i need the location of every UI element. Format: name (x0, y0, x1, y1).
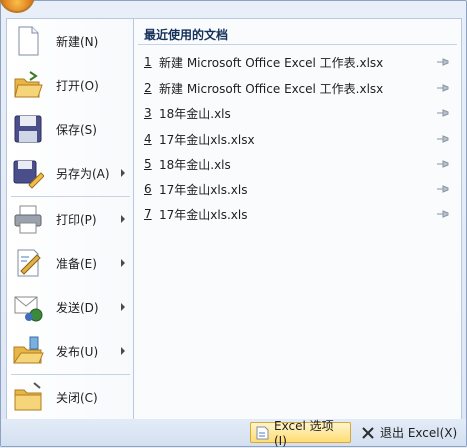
recent-document-name: 17年金山xls.xls (159, 182, 248, 197)
separator (138, 44, 457, 45)
recent-document-number: 5 (144, 157, 152, 171)
menu-item-label: 打印(P) (56, 212, 97, 227)
menu-item-close[interactable]: 关闭(C) (7, 375, 134, 419)
new-document-icon (12, 25, 44, 57)
pin-icon[interactable] (436, 56, 452, 68)
pin-icon[interactable] (436, 107, 452, 119)
prepare-icon (12, 247, 44, 279)
menu-footer: Excel 选项(I) 退出 Excel(X) (1, 419, 466, 448)
pin-icon[interactable] (436, 183, 452, 195)
printer-icon (12, 203, 44, 235)
menu-item-label: 发送(D) (56, 300, 99, 315)
menu-item-publish[interactable]: 发布(U) (7, 329, 134, 373)
submenu-arrow-icon (121, 215, 125, 223)
excel-options-button[interactable]: Excel 选项(I) (250, 419, 351, 448)
recent-document-item[interactable]: 1 新建 Microsoft Office Excel 工作表.xlsx (140, 51, 458, 73)
recent-documents-panel: 最近使用的文档 1 新建 Microsoft Office Excel 工作表.… (133, 18, 462, 420)
recent-document-item[interactable]: 6 17年金山xls.xls (140, 178, 458, 200)
close-x-icon (361, 426, 375, 440)
recent-document-number: 1 (144, 55, 152, 69)
menu-item-new[interactable]: 新建(N) (7, 19, 134, 63)
recent-document-item[interactable]: 5 18年金山.xls (140, 153, 458, 175)
recent-document-item[interactable]: 4 17年金山xls.xlsx (140, 128, 458, 150)
pin-icon[interactable] (436, 208, 452, 220)
recent-document-item[interactable]: 2 新建 Microsoft Office Excel 工作表.xlsx (140, 77, 458, 99)
recent-document-name: 新建 Microsoft Office Excel 工作表.xlsx (159, 55, 384, 70)
menu-item-prepare[interactable]: 准备(E) (7, 241, 134, 285)
recent-document-number: 2 (144, 81, 152, 95)
menu-item-send[interactable]: 发送(D) (7, 285, 134, 329)
menu-item-save[interactable]: 保存(S) (7, 107, 134, 151)
publish-icon (12, 335, 44, 367)
recent-document-number: 7 (144, 207, 152, 221)
submenu-arrow-icon (121, 169, 125, 177)
menu-item-label: 保存(S) (56, 122, 97, 137)
save-as-icon (12, 157, 45, 189)
recent-document-number: 4 (144, 132, 152, 146)
recent-document-item[interactable]: 3 18年金山.xls (140, 102, 458, 124)
recent-document-item[interactable]: 7 17年金山xls.xls (140, 203, 458, 225)
pin-icon[interactable] (436, 82, 452, 94)
recent-document-name: 18年金山.xls (159, 157, 231, 172)
recent-document-name: 新建 Microsoft Office Excel 工作表.xlsx (159, 81, 384, 96)
office-button-icon[interactable] (0, 0, 35, 13)
recent-document-name: 17年金山xls.xls (159, 207, 248, 222)
menu-item-print[interactable]: 打印(P) (7, 197, 134, 241)
submenu-arrow-icon (121, 303, 125, 311)
menu-item-label: 打开(O) (56, 78, 99, 93)
save-floppy-icon (12, 113, 44, 145)
submenu-arrow-icon (121, 259, 125, 267)
submenu-arrow-icon (121, 347, 125, 355)
menu-item-label: 关闭(C) (56, 390, 98, 405)
send-icon (12, 291, 44, 323)
recent-document-number: 3 (144, 106, 152, 120)
excel-options-label: Excel 选项(I) (274, 419, 334, 448)
menu-item-open[interactable]: 打开(O) (7, 63, 134, 107)
command-list: 新建(N) 打开(O) 保存(S) 另存为(A) 打印(P) 准备(E) 发送(… (6, 18, 134, 420)
recent-documents-title: 最近使用的文档 (144, 28, 229, 42)
open-folder-icon (12, 69, 44, 101)
menu-item-label: 新建(N) (56, 34, 99, 49)
options-document-icon (255, 426, 269, 440)
recent-document-name: 18年金山.xls (159, 106, 231, 121)
recent-document-number: 6 (144, 182, 152, 196)
recent-document-name: 17年金山xls.xlsx (159, 132, 255, 147)
menu-item-label: 发布(U) (56, 344, 99, 359)
close-folder-icon (12, 381, 44, 413)
pin-icon[interactable] (436, 158, 452, 170)
exit-excel-button[interactable]: 退出 Excel(X) (357, 422, 463, 443)
exit-excel-label: 退出 Excel(X) (380, 426, 458, 440)
menu-item-save-as[interactable]: 另存为(A) (7, 151, 134, 195)
menu-item-label: 另存为(A) (56, 166, 110, 181)
menu-item-label: 准备(E) (56, 256, 97, 271)
pin-icon[interactable] (436, 133, 452, 145)
office-menu-window: 新建(N) 打开(O) 保存(S) 另存为(A) 打印(P) 准备(E) 发送(… (0, 0, 467, 448)
